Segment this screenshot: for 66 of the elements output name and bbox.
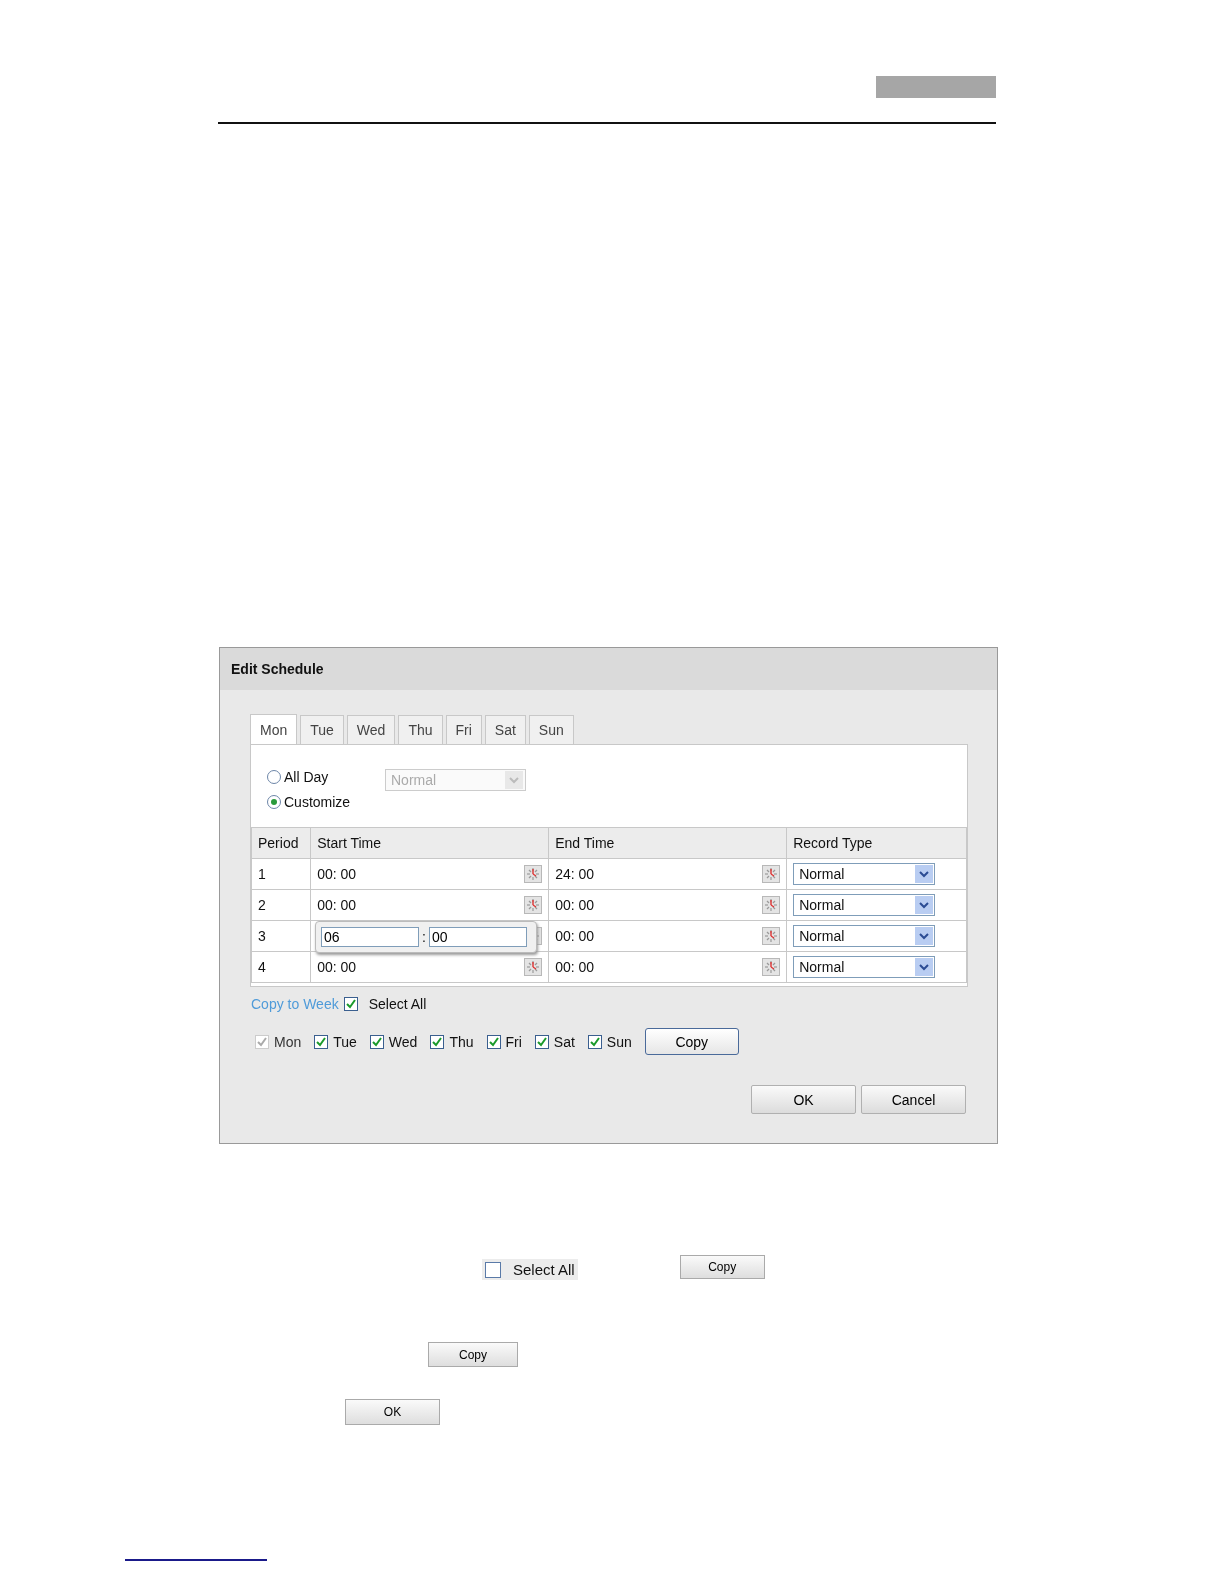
checkbox[interactable] <box>587 1034 602 1049</box>
clock-icon[interactable] <box>762 865 781 883</box>
start-time-value[interactable]: 00: 00 <box>317 959 357 975</box>
radio-label: All Day <box>284 769 329 785</box>
day-label: Tue <box>333 1033 357 1050</box>
period-cell: 3 <box>251 920 311 952</box>
record-type-select[interactable]: Normal <box>793 956 936 978</box>
column-header: Start Time <box>310 827 549 859</box>
period-cell: 1 <box>251 858 311 890</box>
clock-icon[interactable] <box>762 927 781 945</box>
checkbox[interactable] <box>343 997 358 1011</box>
clock-icon[interactable] <box>524 958 543 976</box>
record-type-select[interactable]: Normal <box>793 894 936 916</box>
clock-icon[interactable] <box>524 896 543 914</box>
record-type-select[interactable]: Normal <box>793 925 936 947</box>
clock-icon[interactable] <box>762 896 781 914</box>
time-separator: : <box>422 929 426 945</box>
select-all-checkbox[interactable]: Select All <box>482 1259 578 1280</box>
select-all-label: Select All <box>368 996 427 1012</box>
checkbox-square[interactable] <box>485 1261 501 1278</box>
start-time-value[interactable]: 00: 00 <box>317 897 357 913</box>
checkbox[interactable] <box>486 1034 501 1049</box>
cancel-button[interactable]: Cancel <box>861 1085 966 1114</box>
record-type-select: Normal <box>385 769 526 791</box>
checkbox-label: Select All <box>513 1261 575 1278</box>
day-label: Wed <box>388 1033 418 1050</box>
end-time-value[interactable]: 00: 00 <box>555 959 595 975</box>
start-time-value[interactable]: 00: 00 <box>317 866 357 882</box>
end-time-value[interactable]: 00: 00 <box>555 928 595 944</box>
hour-field[interactable]: 06 <box>321 927 419 947</box>
end-time-value[interactable]: 24: 00 <box>555 866 595 882</box>
record-type-select[interactable]: Normal <box>793 863 936 885</box>
copy-button[interactable]: Copy <box>428 1342 518 1367</box>
clock-icon[interactable] <box>762 958 781 976</box>
day-label: Sun <box>606 1033 632 1050</box>
radio-button[interactable] <box>267 770 281 784</box>
day-tab[interactable]: Sat <box>484 715 526 744</box>
day-label: Mon <box>274 1033 302 1050</box>
copy-button[interactable]: Copy <box>644 1028 739 1055</box>
copy-button[interactable]: Copy <box>679 1254 765 1279</box>
checkbox[interactable] <box>430 1034 445 1049</box>
radio-label: Customize <box>284 794 351 810</box>
checkbox[interactable] <box>369 1034 384 1049</box>
radio-button[interactable] <box>267 795 281 809</box>
day-tab[interactable]: Thu <box>398 715 443 744</box>
checkbox[interactable] <box>314 1034 329 1049</box>
column-header: End Time <box>548 827 787 859</box>
day-tab[interactable]: Mon <box>250 714 298 745</box>
day-tab[interactable]: Wed <box>346 715 396 744</box>
period-cell: 4 <box>251 951 311 983</box>
minute-field[interactable]: 00 <box>428 927 527 947</box>
day-tab[interactable]: Tue <box>300 715 344 744</box>
ok-button[interactable]: OK <box>345 1399 440 1425</box>
dialog-title: Edit Schedule <box>220 648 997 690</box>
day-label: Sat <box>553 1033 575 1050</box>
ok-button[interactable]: OK <box>751 1085 856 1114</box>
checkbox[interactable] <box>534 1034 549 1049</box>
period-cell: 2 <box>251 889 311 921</box>
day-label: Thu <box>449 1033 474 1050</box>
column-header: Period <box>251 827 311 859</box>
day-tab[interactable]: Fri <box>445 715 482 744</box>
end-time-value[interactable]: 00: 00 <box>555 897 595 913</box>
column-header: Record Type <box>786 827 967 859</box>
day-tab[interactable]: Sun <box>528 715 574 744</box>
day-label: Fri <box>505 1033 522 1050</box>
clock-icon[interactable] <box>524 865 543 883</box>
